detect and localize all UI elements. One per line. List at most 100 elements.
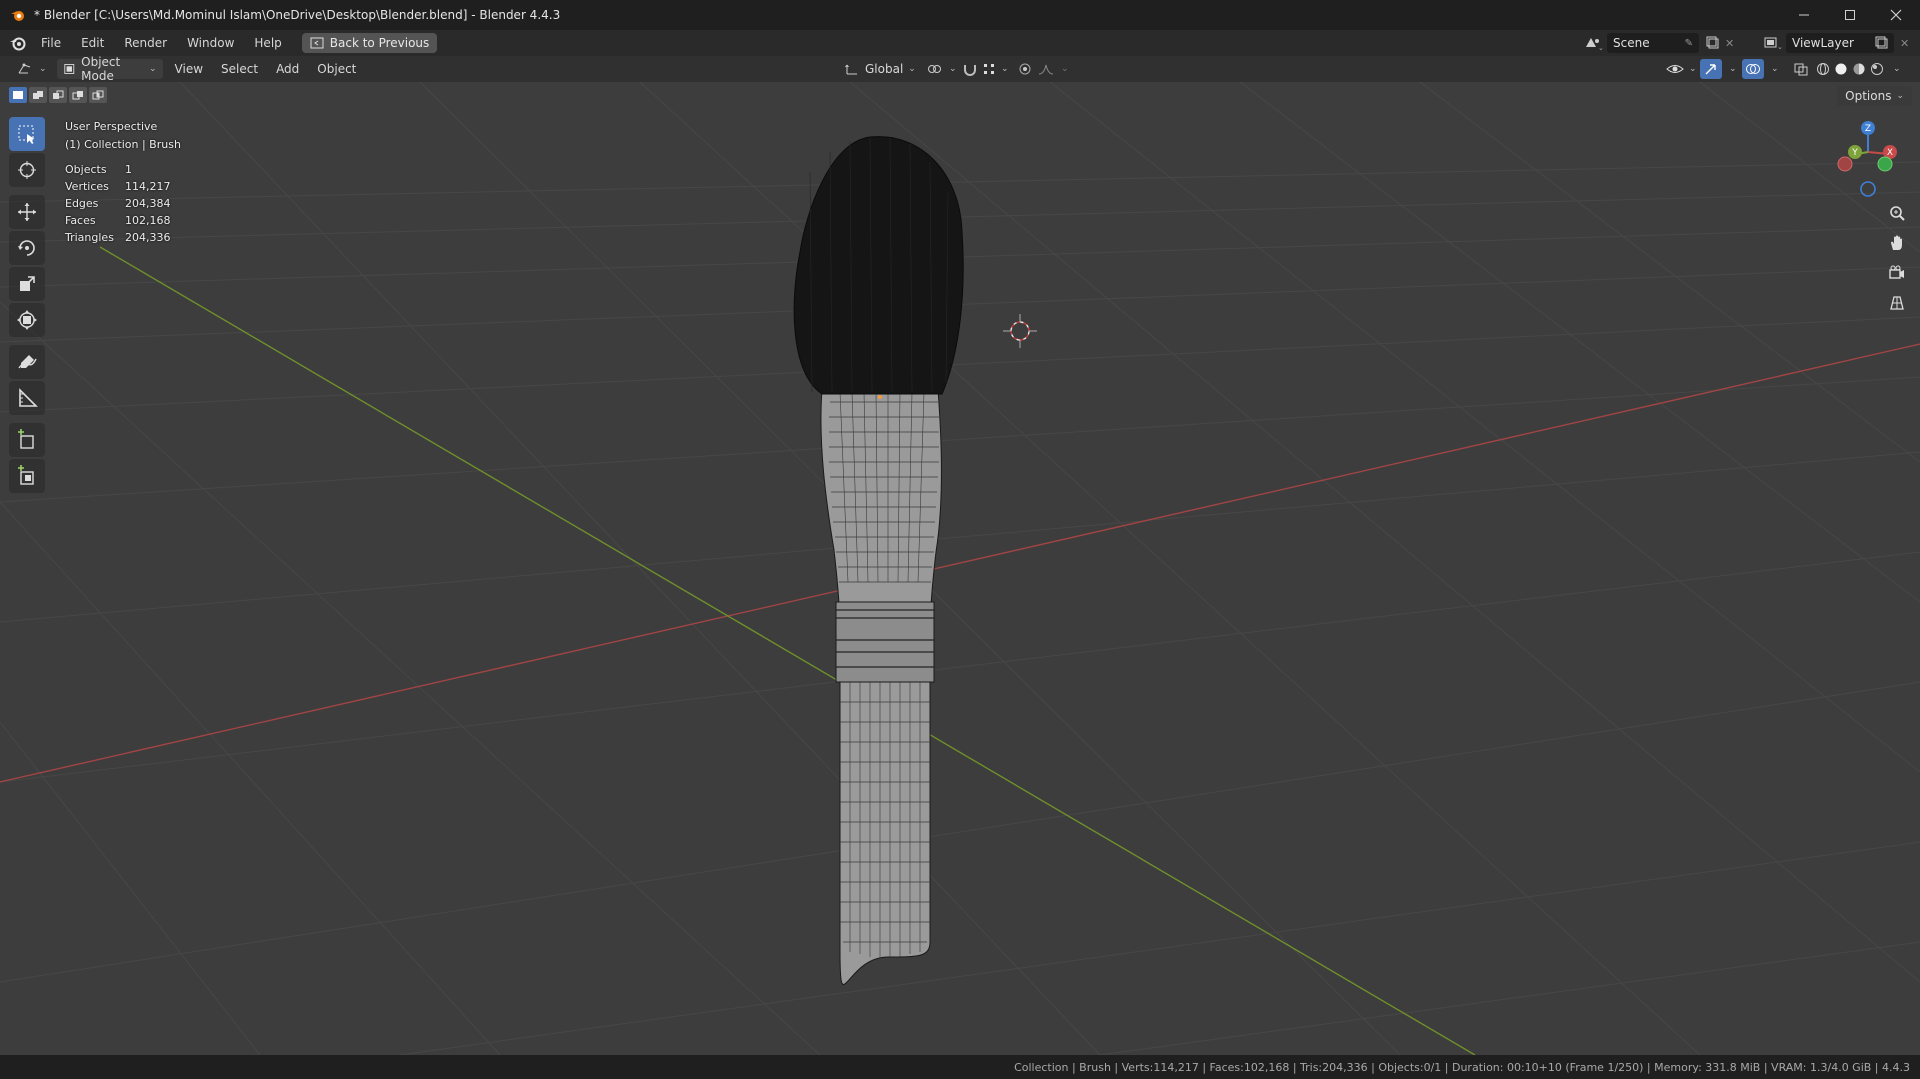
window-title-bar: * Blender [C:\Users\Md.Mominul Islam\One…: [0, 0, 1920, 30]
move-tool-icon: [18, 203, 36, 221]
stat-row: Vertices 114,217: [65, 180, 171, 193]
tool-add-cube[interactable]: [9, 423, 45, 457]
options-label: Options: [1845, 89, 1892, 103]
viewport-grid: [0, 82, 1920, 1055]
view-layer-selector[interactable]: ⌄ ViewLayer ✕: [1762, 33, 1909, 53]
menu-edit[interactable]: Edit: [71, 30, 114, 56]
tool-transform[interactable]: [9, 303, 45, 337]
shading-dropdown[interactable]: ⌄: [1886, 59, 1903, 79]
wireframe-sphere-icon: [1817, 63, 1829, 75]
tool-measure[interactable]: [9, 381, 45, 415]
maximize-icon: [1845, 10, 1855, 20]
zoom-view-button[interactable]: [1883, 200, 1911, 226]
new-scene-icon[interactable]: [1705, 35, 1719, 52]
tool-annotate[interactable]: [9, 345, 45, 379]
tool-move[interactable]: [9, 195, 45, 229]
view-layer-name-field[interactable]: ViewLayer: [1786, 33, 1894, 53]
proportional-falloff-dropdown[interactable]: ⌄: [1032, 59, 1075, 79]
brush-mesh[interactable]: [793, 136, 964, 985]
delete-scene-icon[interactable]: ✕: [1725, 37, 1734, 50]
gizmo-arrow-icon: [1705, 64, 1716, 75]
rendered-sphere-icon: [1871, 63, 1883, 75]
delete-view-layer-icon[interactable]: ✕: [1900, 37, 1909, 50]
viewport-menu-add[interactable]: Add: [270, 59, 305, 79]
menu-file[interactable]: File: [31, 30, 71, 56]
viewport-overlay-info: User Perspective (1) Collection | Brush: [65, 118, 181, 154]
select-invert-button[interactable]: [69, 87, 87, 103]
menu-help[interactable]: Help: [244, 30, 291, 56]
options-dropdown[interactable]: Options ⌄: [1837, 86, 1912, 106]
gizmo-dropdown[interactable]: ⌄: [1722, 59, 1739, 79]
shading-wireframe-button[interactable]: [1814, 59, 1832, 79]
select-new-button[interactable]: [9, 87, 27, 103]
overlays-toggle[interactable]: [1742, 59, 1764, 79]
view-layer-icon: ⌄: [1764, 37, 1783, 51]
snap-target-dropdown[interactable]: ⌄: [976, 59, 1015, 79]
select-invert-icon: [72, 91, 83, 100]
tool-select-box[interactable]: [9, 117, 45, 151]
viewport-header: ⌄ Object Mode ⌄ View Select Add Object G…: [0, 55, 1920, 83]
viewport-menu-object[interactable]: Object: [311, 59, 362, 79]
x-axis-line: [0, 343, 1920, 783]
gizmo-toggle[interactable]: [1700, 59, 1722, 79]
select-subtract-button[interactable]: [49, 87, 67, 103]
toggle-ortho-button[interactable]: [1883, 290, 1911, 316]
svg-text:⌄: ⌄: [1598, 44, 1603, 51]
stat-row: Objects 1: [65, 163, 132, 176]
3d-cursor[interactable]: [1003, 314, 1037, 348]
3d-viewport-icon: [18, 63, 31, 74]
overlays-icon: [1746, 64, 1760, 74]
falloff-curve-icon: [1038, 64, 1054, 75]
rotate-tool-icon: [18, 240, 35, 256]
tool-extra[interactable]: [9, 459, 45, 493]
material-sphere-icon: [1853, 63, 1865, 75]
tool-rotate[interactable]: [9, 231, 45, 265]
select-intersect-button[interactable]: [89, 87, 107, 103]
view-perspective-label: User Perspective: [65, 120, 158, 133]
shading-material-button[interactable]: [1850, 59, 1868, 79]
3d-viewport[interactable]: [0, 82, 1920, 1055]
pin-icon[interactable]: ✎: [1685, 38, 1693, 49]
camera-view-button[interactable]: [1883, 260, 1911, 286]
close-window-button[interactable]: [1873, 0, 1919, 30]
eye-icon: [1666, 65, 1684, 73]
object-mode-dropdown[interactable]: Object Mode ⌄: [56, 55, 163, 83]
close-icon: [1890, 9, 1902, 21]
scene-statistics: Objects 1 Vertices 114,217 Edges 204,384 Fa…: [65, 161, 171, 246]
xray-toggle[interactable]: [1790, 59, 1812, 79]
shading-solid-button[interactable]: [1832, 59, 1850, 79]
scene-icon: ⌄: [1586, 38, 1603, 51]
stat-row: Triangles 204,336: [65, 231, 171, 244]
orientation-label: Global: [865, 62, 904, 76]
transform-orientation-dropdown[interactable]: Global ⌄: [838, 59, 922, 79]
scene-name-field[interactable]: Scene ✎: [1607, 33, 1699, 53]
back-to-previous-button[interactable]: Back to Previous: [301, 33, 438, 53]
gizmo-z-label: Z: [1865, 124, 1871, 134]
active-collection-label: (1) Collection | Brush: [65, 138, 181, 151]
menu-window[interactable]: Window: [177, 30, 244, 56]
editor-type-button[interactable]: ⌄: [10, 59, 53, 79]
tool-cursor[interactable]: [9, 153, 45, 187]
viewport-menu-view[interactable]: View: [169, 59, 209, 79]
maximize-button[interactable]: [1827, 0, 1873, 30]
select-box-icon: [18, 125, 35, 144]
gizmo-x-label: X: [1887, 148, 1893, 158]
gizmo-y-label: Y: [1851, 148, 1858, 158]
grid-perspective-icon: [1890, 296, 1904, 310]
menu-render[interactable]: Render: [114, 30, 177, 56]
new-view-layer-icon[interactable]: [1874, 35, 1888, 52]
overlays-dropdown[interactable]: ⌄: [1764, 59, 1781, 79]
scene-selector[interactable]: ⌄ Scene ✎ ✕: [1583, 33, 1734, 53]
select-extend-button[interactable]: [29, 87, 47, 103]
pivot-link-icon: [928, 65, 941, 73]
tool-scale[interactable]: [9, 267, 45, 301]
navigation-gizmo[interactable]: Z X Y: [1833, 117, 1903, 197]
pan-view-button[interactable]: [1883, 230, 1911, 256]
minimize-button[interactable]: [1781, 0, 1827, 30]
back-screen-icon: [310, 37, 324, 49]
shading-rendered-button[interactable]: [1868, 59, 1886, 79]
blender-logo-icon[interactable]: [9, 34, 27, 52]
stat-row: Faces 102,168: [65, 214, 171, 227]
viewport-menu-select[interactable]: Select: [215, 59, 264, 79]
object-visibility-dropdown[interactable]: ⌄: [1660, 59, 1703, 79]
